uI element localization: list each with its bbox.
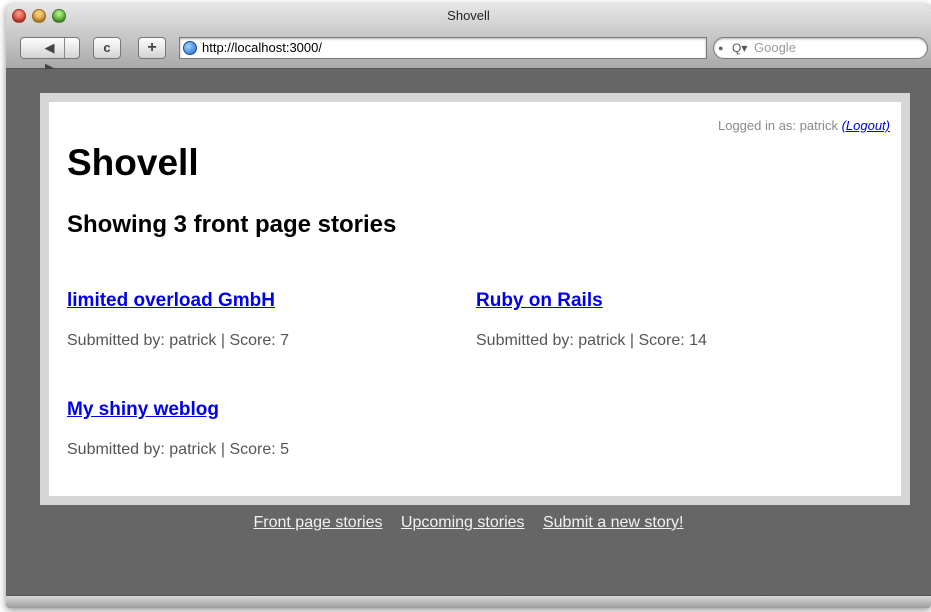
login-label: Logged in as: patrick (717, 118, 838, 133)
story-meta: Submitted by: patrick | Score: 7 (67, 332, 290, 349)
story-title-link[interactable]: My shiny weblog (67, 399, 289, 421)
search-placeholder: Google (754, 40, 796, 55)
address-bar[interactable]: http://localhost:3000/ (179, 37, 707, 59)
submit-story-link[interactable]: Submit a new story! (543, 514, 684, 531)
site-title: Shovell (67, 142, 199, 183)
story-meta: Submitted by: patrick | Score: 14 (476, 332, 707, 349)
footer-nav: Front page stories Upcoming stories Subm… (6, 514, 931, 532)
address-bar-url: http://localhost:3000/ (202, 40, 322, 55)
story-item: limited overload GmbH Submitted by: patr… (67, 290, 289, 350)
upcoming-stories-link[interactable]: Upcoming stories (401, 514, 525, 531)
browser-window: Shovell ◀▶ c + http://localhost:3000/ ● … (6, 4, 931, 608)
story-item: Ruby on Rails Submitted by: patrick | Sc… (476, 290, 707, 350)
search-input[interactable]: ● Q▾ Google (713, 37, 928, 59)
story-meta: Submitted by: patrick | Score: 5 (67, 441, 290, 458)
reload-icon: c (103, 40, 111, 55)
page-viewport: Logged in as: patrick (Logout) Shovell S… (6, 69, 931, 595)
window-bottom-bar (6, 595, 931, 608)
search-icon[interactable]: Q▾ (732, 38, 747, 58)
back-arrow-icon[interactable]: ◀ (35, 38, 64, 58)
login-status: Logged in as: patrick (Logout) (718, 118, 890, 133)
add-bookmark-button[interactable]: + (138, 37, 166, 59)
browser-toolbar: Shovell ◀▶ c + http://localhost:3000/ ● … (6, 4, 931, 75)
globe-icon (183, 41, 197, 55)
logout-link[interactable]: (Logout) (842, 118, 890, 133)
page-heading: Showing 3 front page stories (67, 211, 397, 238)
snapback-icon[interactable]: ● (718, 38, 723, 58)
button-divider (64, 38, 65, 58)
content-card: Logged in as: patrick (Logout) Shovell S… (40, 93, 910, 505)
story-title-link[interactable]: limited overload GmbH (67, 290, 289, 312)
front-page-stories-link[interactable]: Front page stories (254, 514, 383, 531)
story-title-link[interactable]: Ruby on Rails (476, 290, 707, 312)
back-forward-buttons: ◀▶ (20, 37, 80, 75)
window-title: Shovell (447, 8, 490, 23)
story-item: My shiny weblog Submitted by: patrick | … (67, 399, 289, 459)
plus-icon: + (147, 39, 157, 56)
reload-button[interactable]: c (93, 37, 121, 59)
